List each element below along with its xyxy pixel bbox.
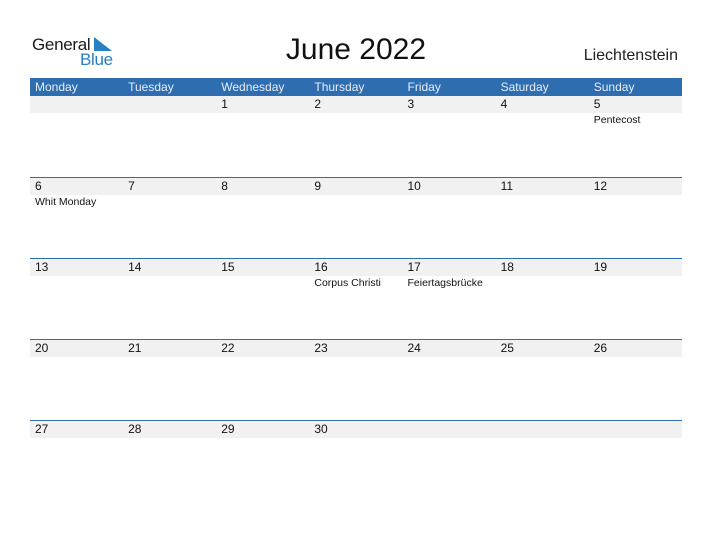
- day-number: [30, 96, 123, 113]
- holiday-label: [216, 113, 309, 127]
- day-number: [403, 421, 496, 438]
- weekday-saturday: Saturday: [500, 80, 549, 94]
- holiday-label: [403, 113, 496, 127]
- week-row: 6 7 8 9 10 11 12 Whit Monday: [30, 177, 682, 258]
- holiday-label: [123, 195, 216, 209]
- weekday-sunday: Sunday: [593, 80, 635, 94]
- day-number: 21: [128, 341, 142, 355]
- day-number: 4: [500, 97, 508, 111]
- day-number: 19: [593, 260, 608, 274]
- day-number: 16: [314, 260, 328, 274]
- day-number: 5: [593, 97, 601, 111]
- weekday-friday: Friday: [407, 80, 441, 94]
- country-label: Liechtenstein: [583, 47, 678, 64]
- day-number: 25: [500, 341, 514, 355]
- calendar-grid: Monday Tuesday Wednesday Thursday Friday…: [30, 78, 682, 501]
- day-number: 20: [35, 341, 49, 355]
- day-number: 26: [593, 341, 608, 355]
- weekday-header: Monday Tuesday Wednesday Thursday Friday…: [30, 78, 682, 96]
- day-number: 22: [221, 341, 235, 355]
- weekday-wednesday: Wednesday: [221, 80, 285, 94]
- day-number: 14: [128, 260, 142, 274]
- day-number: 2: [314, 97, 322, 111]
- day-number: 12: [593, 179, 608, 193]
- holiday-label: [309, 113, 402, 127]
- holiday-label: [589, 195, 682, 209]
- holiday-label: [30, 276, 123, 290]
- date-strip: 1 2 3 4 5: [30, 96, 682, 113]
- date-strip: 13 14 15 16 17 18 19: [30, 259, 682, 276]
- holiday-label: [496, 113, 589, 127]
- day-number: 8: [221, 179, 228, 193]
- day-number: [589, 421, 682, 438]
- holiday-label: [589, 276, 682, 290]
- holiday-label: [216, 276, 309, 290]
- holiday-strip: Pentecost: [30, 113, 682, 127]
- weekday-thursday: Thursday: [314, 80, 365, 94]
- day-number: 30: [314, 422, 328, 436]
- day-number: [123, 96, 216, 113]
- holiday-label: [123, 113, 216, 127]
- weekday-monday: Monday: [35, 80, 78, 94]
- weekday-tuesday: Tuesday: [128, 80, 174, 94]
- week-row: 20 21 22 23 24 25 26: [30, 339, 682, 420]
- holiday-label: [403, 195, 496, 209]
- holiday-label: Pentecost: [593, 114, 641, 126]
- day-number: 1: [221, 97, 228, 111]
- day-number: 17: [407, 260, 421, 274]
- day-number: 3: [407, 97, 415, 111]
- holiday-label: Whit Monday: [35, 196, 97, 208]
- holiday-strip: Whit Monday: [30, 195, 682, 209]
- day-number: 7: [128, 179, 135, 193]
- day-number: 15: [221, 260, 235, 274]
- holiday-label: [309, 195, 402, 209]
- holiday-label: [496, 195, 589, 209]
- holiday-label: Corpus Christi: [314, 277, 381, 289]
- day-number: 18: [500, 260, 514, 274]
- holiday-label: Feiertagsbrücke: [407, 277, 483, 289]
- day-number: 23: [314, 341, 328, 355]
- date-strip: 6 7 8 9 10 11 12: [30, 178, 682, 195]
- day-number: 28: [128, 422, 142, 436]
- day-number: [496, 421, 589, 438]
- day-number: 27: [35, 422, 49, 436]
- day-number: 29: [221, 422, 235, 436]
- day-number: 6: [35, 179, 42, 193]
- day-number: 11: [500, 179, 514, 193]
- day-number: 10: [407, 179, 421, 193]
- day-number: 13: [35, 260, 49, 274]
- week-row: 1 2 3 4 5 Pentecost: [30, 96, 682, 177]
- holiday-label: [123, 276, 216, 290]
- week-row: 27 28 29 30: [30, 420, 682, 501]
- day-number: 24: [407, 341, 421, 355]
- holiday-strip: Corpus Christi Feiertagsbrücke: [30, 276, 682, 290]
- week-row: 13 14 15 16 17 18 19 Corpus Christi Feiertagsbrü…: [30, 258, 682, 339]
- day-number: 9: [314, 179, 322, 193]
- holiday-label: [30, 113, 123, 127]
- holiday-label: [216, 195, 309, 209]
- holiday-label: [496, 276, 589, 290]
- date-strip: 20 21 22 23 24 25 26: [30, 340, 682, 357]
- date-strip: 27 28 29 30: [30, 421, 682, 438]
